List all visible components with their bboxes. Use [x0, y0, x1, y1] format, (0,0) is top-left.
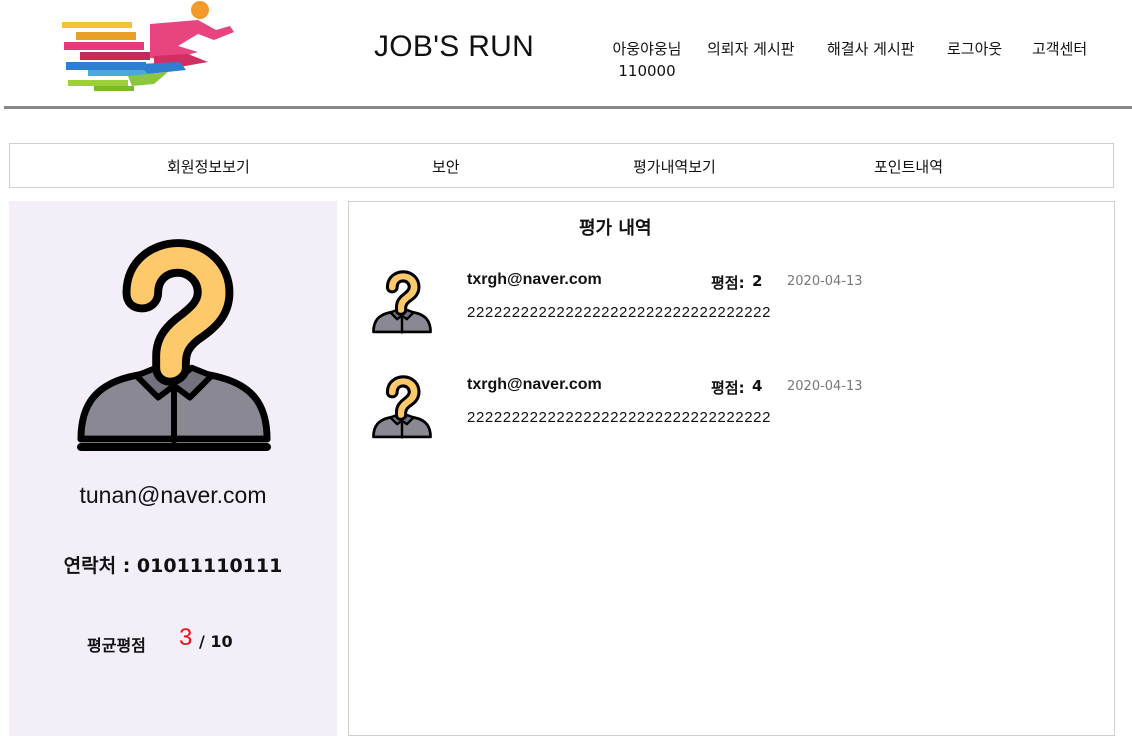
tab-member-info[interactable]: 회원정보보기: [167, 156, 250, 177]
review-score: 2: [752, 272, 763, 290]
tab-point-history[interactable]: 포인트내역: [874, 156, 943, 177]
user-name: 아웅야웅님: [612, 40, 682, 58]
review-history-title: 평가 내역: [579, 218, 652, 239]
nav-logout[interactable]: 로그아웃: [947, 38, 1002, 59]
nav-solver-board[interactable]: 해결사 게시판: [827, 38, 915, 59]
review-item: txrgh@naver.com 평점: 2 2020-04-13 2222222…: [349, 270, 1114, 350]
contact-value: 01011110111: [136, 555, 283, 577]
site-title[interactable]: JOB'S RUN: [374, 30, 534, 64]
review-date: 2020-04-13: [787, 274, 863, 289]
nav-requester-board[interactable]: 의뢰자 게시판: [707, 38, 795, 59]
review-score-label: 평점:: [711, 379, 745, 397]
question-mark-person-icon: [76, 239, 272, 451]
tab-review-history[interactable]: 평가내역보기: [633, 156, 716, 177]
contact-row: 연락처 : 01011110111: [9, 551, 337, 578]
user-info: 아웅야웅님 110000: [604, 38, 690, 80]
review-item: txrgh@naver.com 평점: 4 2020-04-13 2222222…: [349, 375, 1114, 455]
average-rating-value: 3: [179, 624, 193, 651]
review-text: 2222222222222222222222222222222222: [467, 304, 772, 321]
review-score-label: 평점:: [711, 274, 745, 292]
mypage-tab-bar: 회원정보보기 보안 평가내역보기 포인트내역: [9, 143, 1114, 188]
reviewer-avatar-icon: [372, 375, 432, 439]
contact-label: 연락처 :: [63, 555, 131, 577]
average-rating-max: / 10: [199, 632, 233, 651]
reviewer-email: txrgh@naver.com: [467, 376, 602, 393]
average-rating-label: 평균평점: [87, 636, 146, 655]
site-header: JOB'S RUN 아웅야웅님 110000 의뢰자 게시판 해결사 게시판 로…: [0, 0, 1132, 109]
nav-customer-center[interactable]: 고객센터: [1032, 38, 1087, 59]
review-score: 4: [752, 377, 763, 395]
profile-email: tunan@naver.com: [79, 482, 267, 508]
review-history-panel: 평가 내역 txrgh@naver.com 평점: 2 2020-04-13 2…: [348, 201, 1115, 736]
reviewer-avatar-icon: [372, 270, 432, 334]
review-text: 2222222222222222222222222222222222: [467, 409, 772, 426]
profile-panel: tunan@naver.com 연락처 : 01011110111 평균평점 3…: [9, 201, 337, 736]
running-person-logo[interactable]: [58, 0, 238, 96]
user-points: 110000: [618, 62, 676, 80]
review-date: 2020-04-13: [787, 379, 863, 394]
tab-security[interactable]: 보안: [432, 156, 460, 177]
header-divider: [4, 106, 1132, 109]
reviewer-email: txrgh@naver.com: [467, 271, 602, 288]
